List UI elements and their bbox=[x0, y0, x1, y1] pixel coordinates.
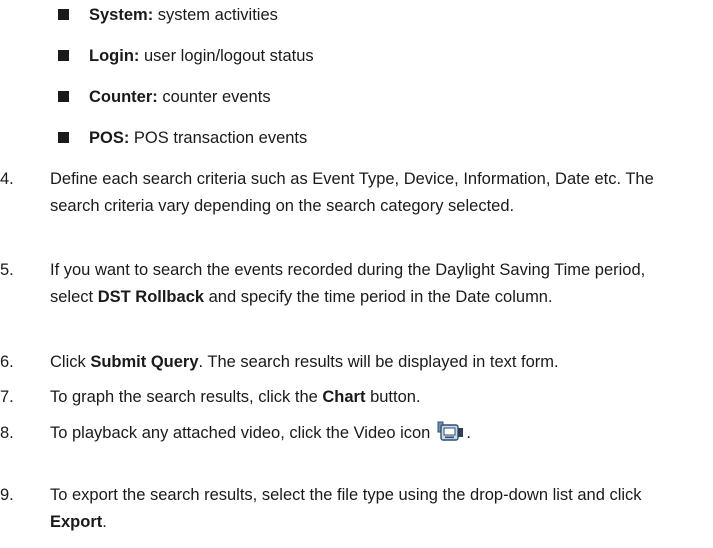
step-text-part: To export the search results, select the… bbox=[50, 486, 642, 504]
step-number: 7. bbox=[0, 388, 14, 406]
step-text-part: . The search results will be displayed i… bbox=[198, 353, 559, 371]
category-term: Counter: bbox=[89, 88, 158, 106]
step-text-part: button. bbox=[365, 388, 421, 406]
step-text-part: To graph the search results, click the bbox=[50, 388, 323, 406]
step-text-part: and specify the time period in the Date … bbox=[204, 288, 553, 306]
list-item: POS: POS transaction events bbox=[58, 126, 307, 150]
category-desc: counter events bbox=[157, 88, 271, 106]
bullet-square bbox=[58, 132, 69, 144]
step-text-part: . bbox=[466, 424, 471, 442]
chart-term: Chart bbox=[322, 388, 366, 406]
step-text-part: To playback any attached video, click th… bbox=[50, 424, 431, 442]
step-number: 9. bbox=[0, 486, 14, 504]
step-number: 5. bbox=[0, 261, 14, 279]
export-term: Export bbox=[50, 513, 103, 531]
list-item: System: system activities bbox=[58, 3, 278, 27]
step-text: If you want to search the events recorde… bbox=[50, 257, 680, 311]
step-text: Define each search criteria such as Even… bbox=[50, 166, 680, 220]
list-item: Login: user login/logout status bbox=[58, 44, 314, 68]
list-item: Counter: counter events bbox=[58, 85, 271, 109]
category-desc: system activities bbox=[153, 6, 278, 24]
category-term: System: bbox=[89, 6, 154, 24]
step-number: 8. bbox=[0, 424, 14, 442]
step-text: To graph the search results, click the C… bbox=[50, 384, 680, 411]
category-desc: user login/logout status bbox=[139, 47, 314, 65]
step-text: Click Submit Query. The search results w… bbox=[50, 349, 680, 376]
bullet-square bbox=[58, 91, 69, 103]
category-term: Login: bbox=[89, 47, 140, 65]
step-text: To export the search results, select the… bbox=[50, 482, 680, 536]
step-text-part: . bbox=[102, 513, 107, 531]
category-term: POS: bbox=[89, 129, 130, 147]
video-icon bbox=[436, 421, 466, 442]
bullet-square bbox=[58, 50, 69, 62]
step-text-part: Click bbox=[50, 353, 91, 371]
submit-query-term: Submit Query bbox=[90, 353, 199, 371]
step-text-part: Define each search criteria such as Even… bbox=[50, 170, 654, 215]
step-text: To playback any attached video, click th… bbox=[50, 420, 680, 447]
category-desc: POS transaction events bbox=[129, 129, 308, 147]
step-number: 4. bbox=[0, 170, 14, 188]
step-number: 6. bbox=[0, 353, 14, 371]
dst-rollback-term: DST Rollback bbox=[97, 288, 205, 306]
bullet-square bbox=[58, 9, 69, 21]
